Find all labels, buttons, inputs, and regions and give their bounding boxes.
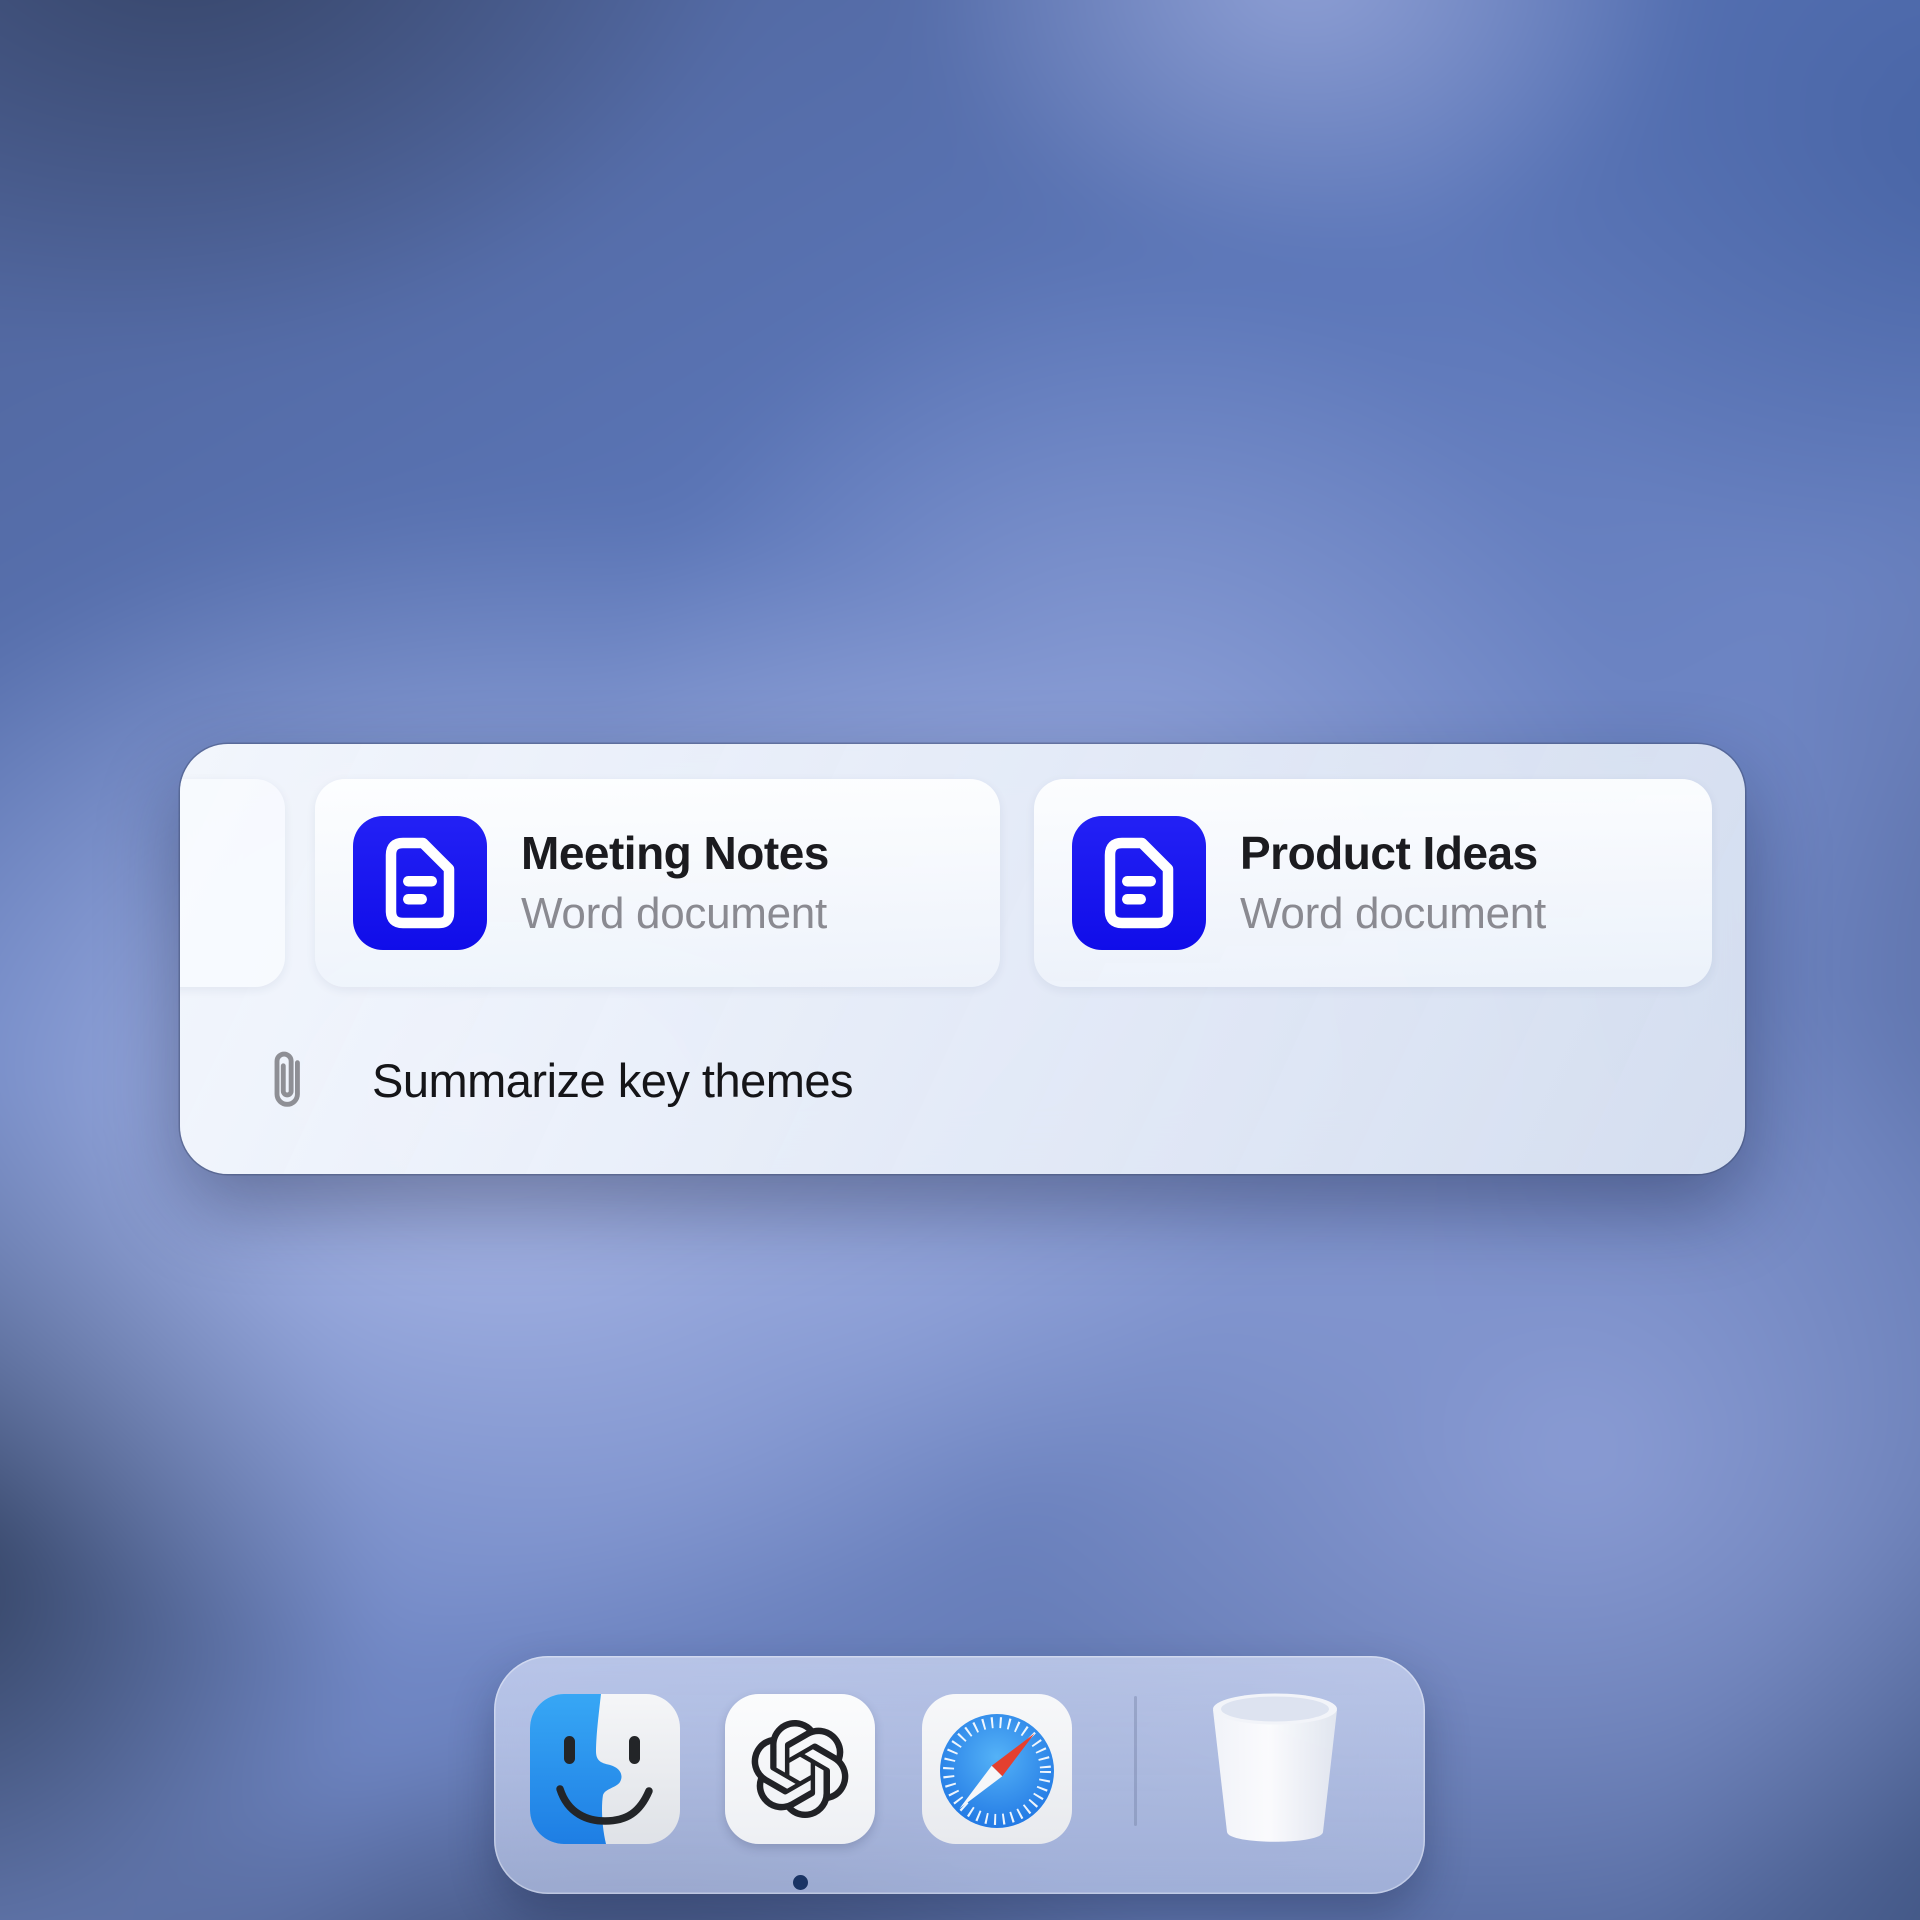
attachment-subtitle: Word document: [1240, 889, 1546, 939]
paperclip-icon: [264, 1047, 312, 1113]
safari-icon[interactable]: [922, 1694, 1072, 1844]
document-icon: [353, 816, 487, 950]
attachment-title: Product Ideas: [1240, 827, 1546, 879]
finder-icon[interactable]: [530, 1694, 680, 1844]
attachment-title: Meeting Notes: [521, 827, 829, 879]
attachment-chip-partial[interactable]: [180, 779, 285, 987]
chatgpt-icon[interactable]: [725, 1694, 875, 1844]
attachment-subtitle: Word document: [521, 889, 829, 939]
attachment-chip-meeting-notes[interactable]: Meeting Notes Word document: [315, 779, 1000, 987]
attachment-chip-product-ideas[interactable]: Product Ideas Word document: [1034, 779, 1712, 987]
prompt-input[interactable]: Summarize key themes: [264, 1042, 853, 1118]
prompt-text: Summarize key themes: [372, 1053, 853, 1108]
assistant-prompt-card: Meeting Notes Word document Product Idea…: [180, 744, 1745, 1174]
document-icon: [1072, 816, 1206, 950]
trash-icon[interactable]: [1208, 1686, 1342, 1850]
dock-separator: [1134, 1696, 1137, 1826]
dock: [494, 1656, 1425, 1894]
desktop: Meeting Notes Word document Product Idea…: [0, 0, 1920, 1920]
running-indicator-dot: [793, 1875, 808, 1890]
